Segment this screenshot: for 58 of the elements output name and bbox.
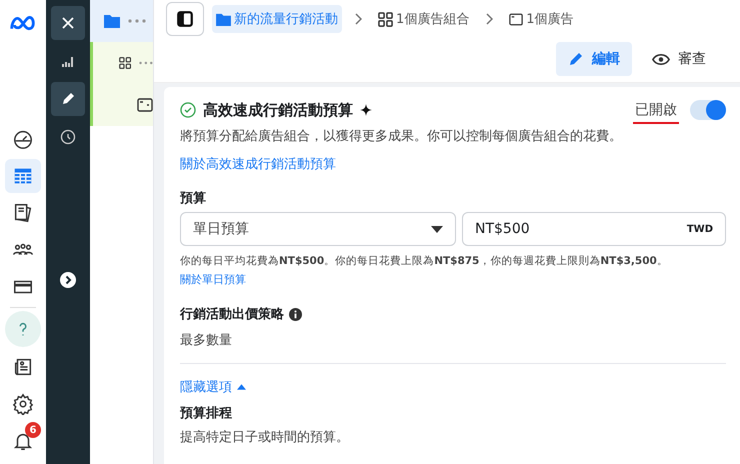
toggle-switch[interactable] [690, 100, 726, 120]
pencil-icon [60, 91, 76, 107]
nav-button[interactable]: 6 [5, 424, 41, 458]
folder-icon [216, 12, 231, 26]
mode-label: 審查 [678, 50, 706, 68]
schedule-title: 預算排程 [180, 405, 233, 422]
underline-mark [633, 122, 679, 124]
eye-icon [652, 52, 670, 66]
budget-note: 你的每日平均花費為NT$500。你的每日花費上限為NT$875，你的每週花費上限則為NT$3,500。 [180, 254, 669, 268]
caret-icon [431, 226, 443, 232]
documents-icon [12, 202, 34, 224]
rail-button[interactable] [51, 82, 85, 116]
check-circle-icon [180, 102, 196, 118]
breadcrumb-label: 新的流量行銷活動 [234, 11, 338, 28]
panel-toggle-icon[interactable] [166, 2, 204, 36]
bid-strategy-value: 最多數量 [180, 332, 233, 349]
pencil-icon [568, 51, 584, 67]
dashboard-icon [12, 128, 34, 150]
clock-icon [60, 129, 76, 145]
schedule-description: 提高特定日子或時間的預算。 [180, 429, 350, 446]
breadcrumb-label: 1個廣告組合 [396, 11, 470, 28]
ad-row[interactable] [90, 84, 153, 126]
ad-set-row[interactable] [90, 42, 153, 84]
breadcrumb-link[interactable]: 1個廣告 [505, 5, 578, 33]
chevron-icon [354, 13, 362, 25]
section-title: 高效速成行銷活動預算 [203, 100, 353, 120]
learn-more-link[interactable]: 關於高效速成行銷活動預算 [180, 155, 726, 173]
window-icon [509, 12, 524, 26]
info-icon[interactable] [289, 308, 302, 320]
grid-icon [119, 55, 132, 71]
grid-icon [378, 12, 393, 26]
window-icon [137, 98, 153, 112]
folder-icon [104, 14, 120, 28]
campaign-row[interactable] [90, 0, 153, 42]
learn-more-link[interactable]: 關於單日預算 [180, 272, 726, 287]
mode-tab[interactable]: 審查 [640, 42, 718, 76]
link-label: 隱藏選項 [180, 379, 232, 396]
caret-icon [237, 384, 246, 390]
breadcrumb-link[interactable]: 新的流量行銷活動 [212, 5, 342, 33]
description-text: 將預算分配給廣告組合，以獲得更多成果。你可以控制每個廣告組合的花費。 [180, 128, 623, 145]
chevron-icon [485, 13, 494, 25]
budget-amount-field[interactable]: NT$500 TWD [462, 212, 726, 246]
mode-tab[interactable]: 編輯 [556, 42, 632, 76]
hide-options-link[interactable]: 隱藏選項 [180, 378, 246, 396]
more-icon[interactable] [139, 61, 153, 65]
notification-badge: 6 [25, 422, 41, 438]
budget-label: 預算 [180, 190, 207, 207]
settings-icon [12, 393, 34, 415]
news-icon [12, 356, 34, 378]
expand-icon[interactable] [60, 272, 76, 288]
budget-type-dropdown[interactable]: 單日預算 [180, 212, 456, 246]
breadcrumb-link[interactable]: 1個廣告組合 [374, 5, 474, 33]
breadcrumb-label: 1個廣告 [526, 11, 574, 28]
toggle-label: 已開啟 [635, 101, 677, 119]
mode-label: 編輯 [592, 50, 620, 68]
bid-strategy-label: 行銷活動出價策略 [180, 306, 284, 323]
close-icon[interactable] [51, 6, 85, 40]
sparkle-icon [360, 104, 372, 116]
